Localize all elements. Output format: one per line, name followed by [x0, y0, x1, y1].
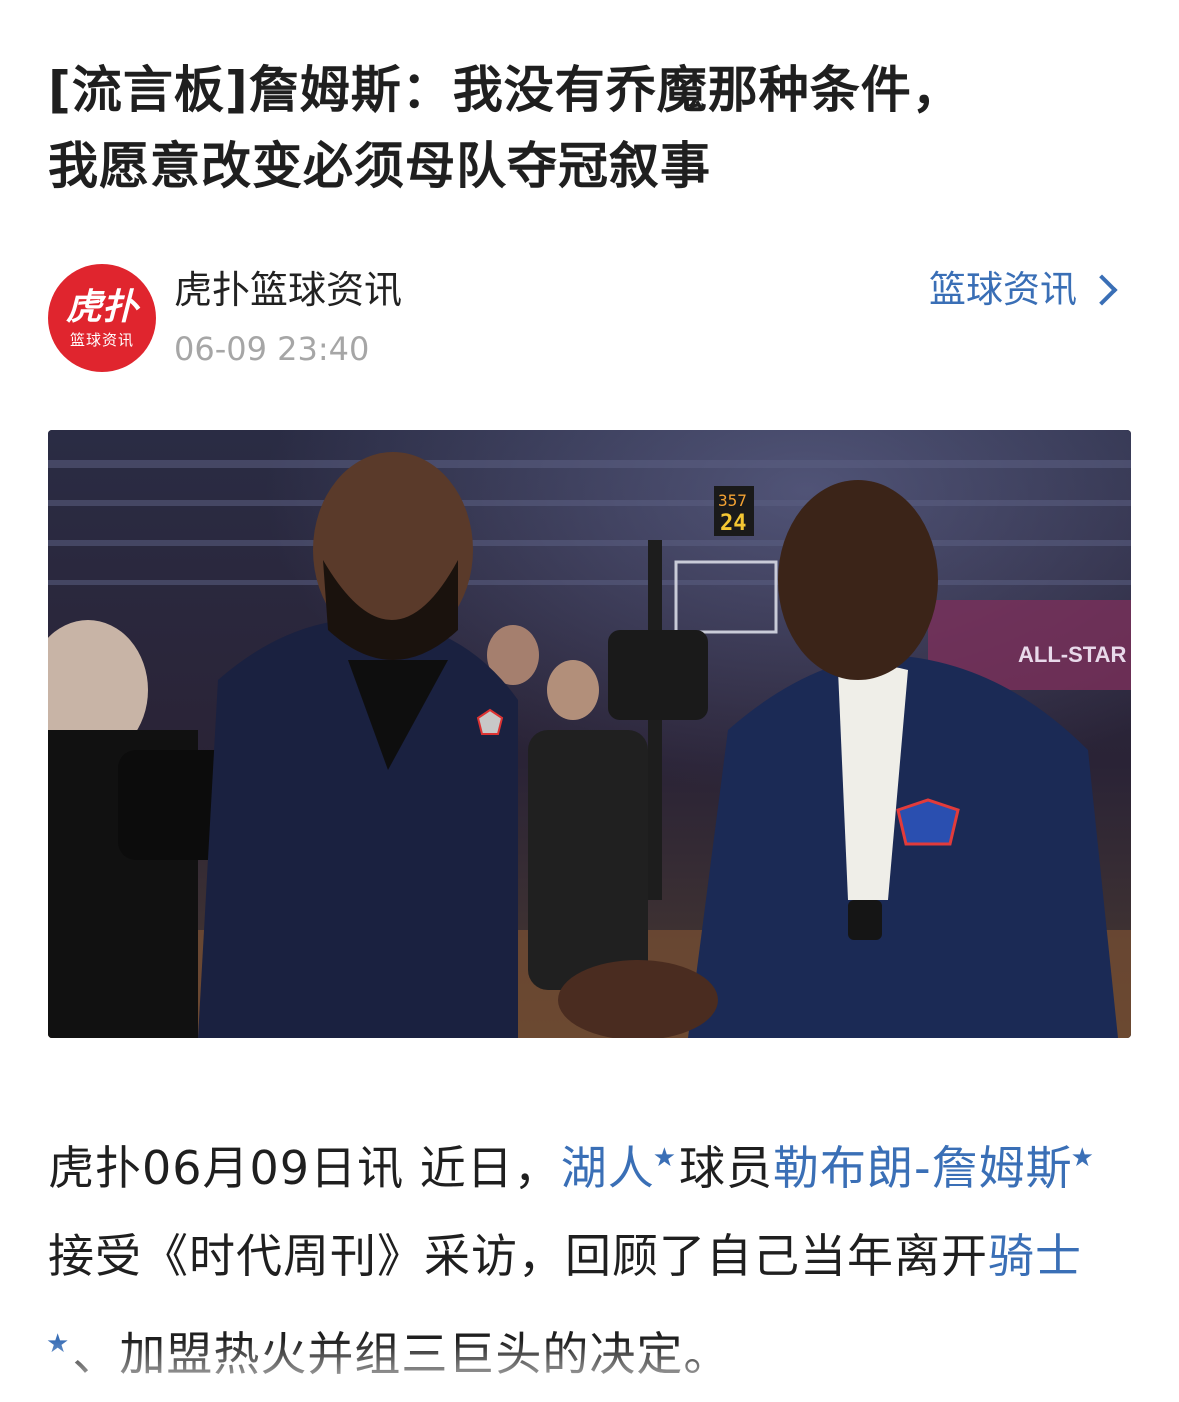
- avatar-logo-subtext: 篮球资讯: [69, 331, 134, 349]
- author-row: 虎扑 篮球资讯 虎扑篮球资讯 06-09 23:40 篮球资讯: [48, 264, 1131, 374]
- title-line-2: 我愿意改变必须母队夺冠叙事: [48, 137, 711, 195]
- cameraman-body: [528, 730, 648, 990]
- star-icon: ★: [1070, 1143, 1095, 1173]
- link-lebron-james[interactable]: 勒布朗-詹姆斯: [773, 1141, 1073, 1195]
- player-right-head: [778, 480, 938, 680]
- body-text-1: 虎扑06月09日讯 近日，: [48, 1141, 561, 1195]
- photo-illustration: ALL-STAR 2022 357 24: [48, 430, 1131, 1038]
- bottom-fade: [0, 1340, 1179, 1402]
- banner-text: ALL-STAR 2022: [1018, 642, 1131, 667]
- title-line-1: [流言板]詹姆斯：我没有乔魔那种条件，: [48, 61, 963, 119]
- author-name[interactable]: 虎扑篮球资讯: [174, 266, 402, 314]
- article-title: [流言板]詹姆斯：我没有乔魔那种条件， 我愿意改变必须母队夺冠叙事: [48, 52, 1138, 204]
- avatar[interactable]: 虎扑 篮球资讯: [48, 264, 156, 372]
- handshake: [558, 960, 718, 1038]
- shot-clock-bottom: 24: [720, 511, 747, 536]
- article-photo[interactable]: ALL-STAR 2022 357 24: [48, 430, 1131, 1038]
- wrist-watch: [848, 900, 882, 940]
- tv-camera: [608, 630, 708, 720]
- post-time: 06-09 23:40: [174, 330, 370, 368]
- nba-75-pin-right: [896, 798, 960, 846]
- star-icon: ★: [652, 1143, 678, 1173]
- cameraman-head: [547, 660, 599, 720]
- link-cavaliers[interactable]: 骑士: [988, 1229, 1082, 1283]
- chevron-right-icon: [1086, 274, 1118, 306]
- shot-clock-top: 357: [718, 491, 747, 510]
- link-lakers[interactable]: 湖人: [561, 1141, 655, 1195]
- body-text-3: 接受《时代周刊》采访，回顾了自己当年离开: [48, 1229, 988, 1283]
- avatar-logo-text: 虎扑: [65, 287, 138, 328]
- channel-link-label: 篮球资讯: [929, 268, 1077, 311]
- body-text-2: 球员: [679, 1141, 774, 1195]
- channel-link[interactable]: 篮球资讯: [929, 266, 1121, 314]
